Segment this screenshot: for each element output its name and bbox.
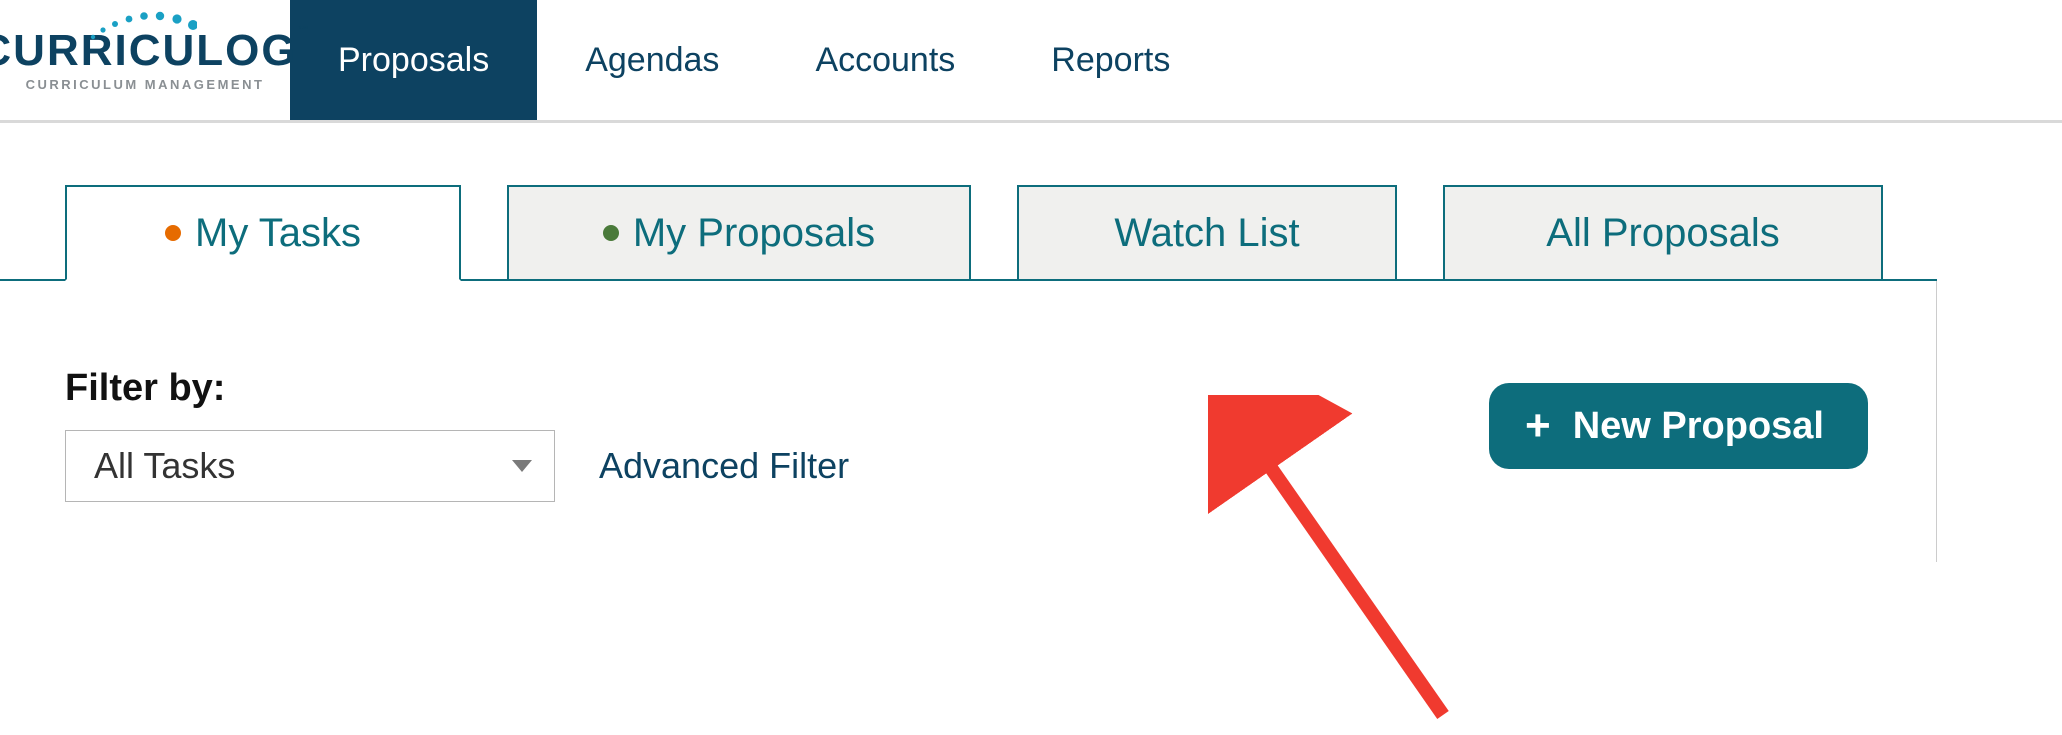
filter-select[interactable]: All Tasks	[65, 430, 555, 502]
tab-all-proposals[interactable]: All Proposals	[1443, 185, 1883, 281]
tab-watch-list-label: Watch List	[1114, 211, 1299, 256]
brand-name: CURRICULOG™	[0, 29, 311, 73]
nav-reports[interactable]: Reports	[1003, 0, 1218, 120]
nav-reports-label: Reports	[1051, 41, 1170, 80]
primary-nav: Proposals Agendas Accounts Reports	[290, 0, 1218, 120]
nav-accounts-label: Accounts	[815, 41, 955, 80]
nav-proposals-label: Proposals	[338, 41, 489, 80]
brand-name-text: CURRICULOG	[0, 26, 298, 75]
trademark-symbol: ™	[298, 24, 311, 36]
tab-my-proposals-label: My Proposals	[633, 211, 875, 256]
new-proposal-label: New Proposal	[1573, 405, 1824, 448]
brand-logo: CURRICULOG™ CURRICULUM MANAGEMENT	[0, 0, 290, 120]
tab-my-tasks[interactable]: My Tasks	[65, 185, 461, 281]
nav-accounts[interactable]: Accounts	[767, 0, 1003, 120]
tab-all-proposals-label: All Proposals	[1546, 211, 1779, 256]
brand-tagline: CURRICULUM MANAGEMENT	[26, 77, 265, 92]
content-area: My Tasks My Proposals Watch List All Pro…	[0, 123, 2062, 562]
filter-select-value: All Tasks	[94, 445, 235, 487]
filter-panel: Filter by: All Tasks Advanced Filter + N…	[0, 281, 1937, 562]
top-nav-bar: CURRICULOG™ CURRICULUM MANAGEMENT Propos…	[0, 0, 2062, 123]
advanced-filter-link[interactable]: Advanced Filter	[599, 445, 849, 487]
nav-proposals[interactable]: Proposals	[290, 0, 537, 120]
chevron-down-icon	[512, 460, 532, 472]
proposal-tabs: My Tasks My Proposals Watch List All Pro…	[0, 183, 2062, 281]
tab-my-proposals[interactable]: My Proposals	[507, 185, 971, 281]
status-dot-icon	[165, 225, 181, 241]
new-proposal-button[interactable]: + New Proposal	[1489, 383, 1868, 469]
status-dot-icon	[603, 225, 619, 241]
nav-agendas[interactable]: Agendas	[537, 0, 767, 120]
advanced-filter-label: Advanced Filter	[599, 445, 849, 486]
nav-agendas-label: Agendas	[585, 41, 719, 80]
tab-my-tasks-label: My Tasks	[195, 211, 361, 256]
tab-watch-list[interactable]: Watch List	[1017, 185, 1397, 281]
plus-icon: +	[1525, 404, 1551, 448]
